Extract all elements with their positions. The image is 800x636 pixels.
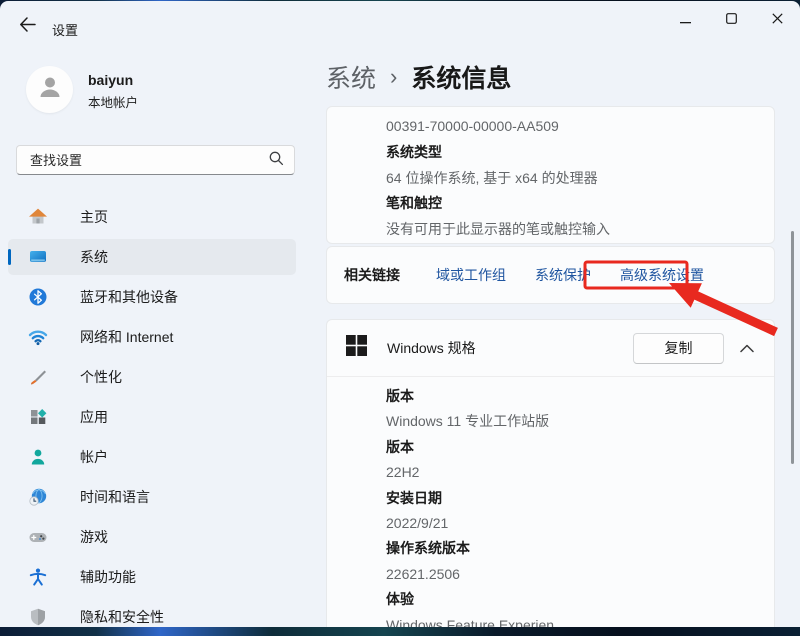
page-title: 系统信息 <box>411 59 511 95</box>
about-row-label: 笔和触控 <box>386 191 758 217</box>
sidebar-nav: 主页 系统 蓝牙和其他设备 网络和 Internet <box>8 199 296 627</box>
sidebar-item-accessibility[interactable]: 辅助功能 <box>8 559 296 595</box>
spec-row-label: 体验 <box>386 587 758 612</box>
sidebar-item-apps[interactable]: 应用 <box>8 399 296 435</box>
sidebar-item-label: 系统 <box>80 247 108 267</box>
breadcrumb: 系统 › 系统信息 <box>326 59 511 95</box>
sidebar-item-home[interactable]: 主页 <box>8 199 296 235</box>
related-links-card: 相关链接 域或工作组 系统保护 高级系统设置 <box>326 246 775 304</box>
about-card: 00391-70000-00000-AA509 系统类型 64 位操作系统, 基… <box>326 106 775 244</box>
accounts-icon <box>28 447 48 467</box>
time-language-icon <box>28 487 48 507</box>
sidebar-item-label: 个性化 <box>80 367 122 387</box>
personalization-icon <box>28 367 48 387</box>
main-content: 系统 › 系统信息 00391-70000-00000-AA509 系统类型 6… <box>326 45 800 627</box>
spec-row-label: 版本 <box>386 384 758 409</box>
close-button[interactable] <box>754 3 800 37</box>
network-icon <box>28 327 48 347</box>
copy-button[interactable]: 复制 <box>633 333 724 364</box>
sidebar-item-gaming[interactable]: 游戏 <box>8 519 296 555</box>
sidebar-item-bluetooth[interactable]: 蓝牙和其他设备 <box>8 279 296 315</box>
related-links-title: 相关链接 <box>344 265 400 285</box>
product-id: 00391-70000-00000-AA509 <box>386 114 758 140</box>
breadcrumb-separator-icon: › <box>390 64 397 90</box>
link-advanced-system-settings[interactable]: 高级系统设置 <box>620 265 704 285</box>
sidebar-item-personalization[interactable]: 个性化 <box>8 359 296 395</box>
maximize-button[interactable] <box>708 3 754 37</box>
sidebar-item-label: 游戏 <box>80 527 108 547</box>
bluetooth-icon <box>28 287 48 307</box>
sidebar-item-label: 辅助功能 <box>80 567 136 587</box>
search-input[interactable] <box>30 153 268 168</box>
sidebar-item-system[interactable]: 系统 <box>8 239 296 275</box>
sidebar-item-privacy[interactable]: 隐私和安全性 <box>8 599 296 627</box>
privacy-icon <box>28 607 48 627</box>
windows-spec-body: 版本 Windows 11 专业工作站版 版本 22H2 安装日期 2022/9… <box>327 376 774 627</box>
sidebar-item-label: 应用 <box>80 407 108 427</box>
gaming-icon <box>28 527 48 547</box>
spec-row-value: 2022/9/21 <box>386 511 758 536</box>
minimize-button[interactable] <box>662 3 708 37</box>
user-account-type: 本地帐户 <box>88 92 138 111</box>
search-icon <box>268 150 284 171</box>
titlebar: 设置 <box>0 1 800 45</box>
about-row-label: 系统类型 <box>386 140 758 166</box>
window-controls <box>662 3 800 37</box>
windows-spec-card: Windows 规格 复制 版本 Windows 11 专业工作站版 版本 22… <box>326 319 775 627</box>
avatar[interactable] <box>26 66 73 113</box>
spec-row-value: 22621.2506 <box>386 562 758 587</box>
search-box[interactable] <box>16 145 295 175</box>
home-icon <box>28 207 48 227</box>
vertical-scrollbar[interactable] <box>791 231 794 464</box>
spec-row-label: 版本 <box>386 435 758 460</box>
about-row-value: 64 位操作系统, 基于 x64 的处理器 <box>386 166 758 192</box>
about-row-value: 没有可用于此显示器的笔或触控输入 <box>386 217 758 243</box>
sidebar-item-accounts[interactable]: 帐户 <box>8 439 296 475</box>
chevron-up-icon <box>740 344 754 353</box>
windows-logo-icon <box>346 335 367 361</box>
user-name: baiyun <box>88 72 133 88</box>
sidebar-item-label: 隐私和安全性 <box>80 607 164 627</box>
sidebar-item-label: 蓝牙和其他设备 <box>80 287 178 307</box>
user-icon <box>35 72 65 107</box>
collapse-button[interactable] <box>732 333 762 363</box>
sidebar-item-network[interactable]: 网络和 Internet <box>8 319 296 355</box>
minimize-icon <box>680 11 691 29</box>
apps-icon <box>28 407 48 427</box>
windows-spec-header[interactable]: Windows 规格 复制 <box>327 320 774 376</box>
sidebar: baiyun 本地帐户 主页 系统 <box>0 45 310 627</box>
close-icon <box>772 11 783 29</box>
accessibility-icon <box>28 567 48 587</box>
sidebar-item-time-language[interactable]: 时间和语言 <box>8 479 296 515</box>
spec-row-value: 22H2 <box>386 460 758 485</box>
settings-window: 设置 baiyun 本地帐户 <box>0 1 800 627</box>
back-arrow-icon <box>19 17 36 37</box>
link-system-protection[interactable]: 系统保护 <box>535 265 591 285</box>
spec-row-value: Windows 11 专业工作站版 <box>386 409 758 434</box>
system-icon <box>28 247 48 267</box>
maximize-icon <box>726 11 737 29</box>
sidebar-item-label: 时间和语言 <box>80 487 150 507</box>
spec-row-label: 安装日期 <box>386 486 758 511</box>
breadcrumb-parent[interactable]: 系统 <box>326 59 376 95</box>
spec-row-label: 操作系统版本 <box>386 536 758 561</box>
link-domain-workgroup[interactable]: 域或工作组 <box>436 265 506 285</box>
spec-row-value: Windows Feature Experien <box>386 613 758 627</box>
sidebar-item-label: 帐户 <box>80 447 108 467</box>
window-title: 设置 <box>52 20 78 39</box>
windows-spec-title: Windows 规格 <box>387 338 476 358</box>
sidebar-item-label: 主页 <box>80 207 108 227</box>
sidebar-item-label: 网络和 Internet <box>80 327 173 347</box>
back-button[interactable] <box>14 15 40 39</box>
